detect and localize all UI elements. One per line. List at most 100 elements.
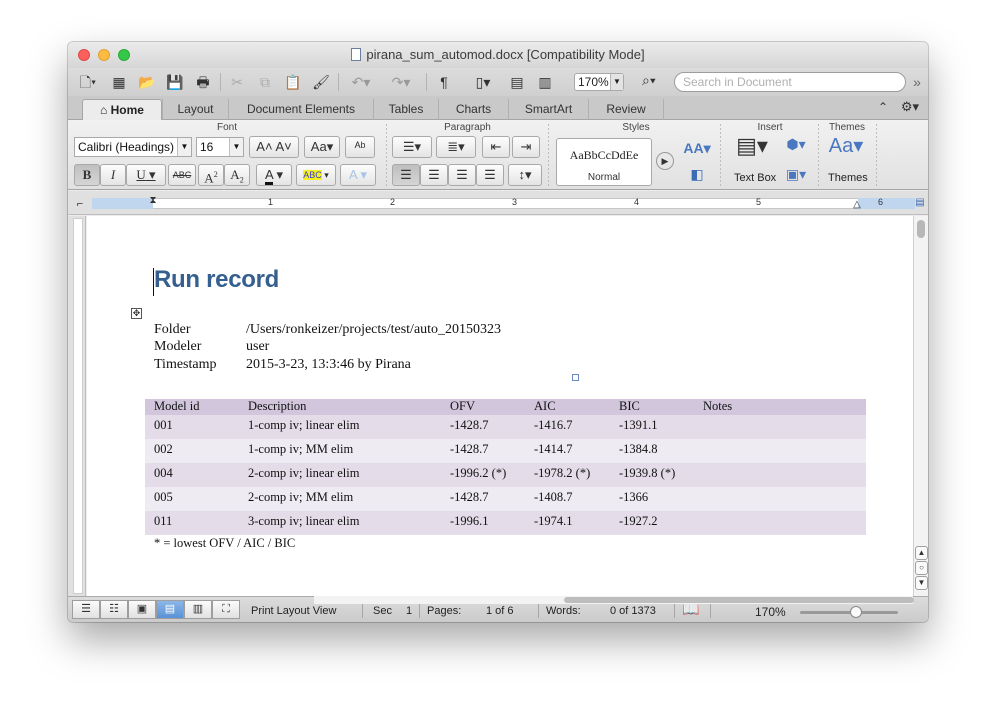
table-resize-handle[interactable]: [572, 374, 579, 381]
table-cell: -1428.7: [450, 490, 489, 504]
underline-button[interactable]: U ▾: [126, 164, 166, 186]
tab-review[interactable]: Review: [588, 99, 664, 120]
styles-gallery[interactable]: AaBbCcDdEe Normal: [556, 138, 652, 186]
picture-icon[interactable]: ▣▾: [778, 164, 814, 184]
open-icon[interactable]: 📂: [136, 72, 158, 92]
themes-icon[interactable]: Aa▾: [826, 136, 866, 166]
copy-icon[interactable]: ⧉: [254, 72, 276, 92]
right-indent-icon[interactable]: △: [851, 195, 863, 215]
clear-formatting-icon[interactable]: ᴬᵇ: [345, 136, 375, 158]
tab-home[interactable]: ⌂ Home: [82, 99, 162, 120]
browse-object-icon[interactable]: ○: [915, 561, 928, 575]
notebook-view-button[interactable]: ▥: [184, 600, 212, 619]
view-sidebar-icon[interactable]: ▯▾: [466, 72, 500, 92]
change-case-button[interactable]: Aa▾: [304, 136, 340, 158]
gallery-icon[interactable]: ▤: [506, 72, 528, 92]
line-spacing-button[interactable]: ↕▾: [508, 164, 542, 186]
grow-font-button[interactable]: A: [256, 139, 265, 154]
themes-label[interactable]: Themes: [828, 172, 868, 184]
zoom-select[interactable]: 170% ▼: [574, 73, 624, 91]
vertical-ruler[interactable]: [68, 216, 86, 596]
highlight-button[interactable]: ABC ▾: [296, 164, 336, 186]
vertical-scrollbar[interactable]: ▲ ○ ▼: [913, 216, 928, 596]
superscript-button[interactable]: A2: [198, 164, 224, 186]
zoom-slider[interactable]: [800, 611, 898, 614]
save-icon[interactable]: 💾: [164, 72, 186, 92]
collapse-ribbon-icon[interactable]: ⌃: [874, 97, 892, 117]
group-themes-title: Themes: [828, 122, 866, 133]
print-layout-view-button[interactable]: ▤: [156, 600, 184, 619]
gear-icon[interactable]: ⚙▾: [896, 97, 924, 117]
decrease-indent-icon[interactable]: ⇤: [482, 136, 510, 158]
table-row: 005 2-comp iv; MM elim -1428.7 -1408.7 -…: [145, 487, 866, 511]
text-effects-button[interactable]: A ▾: [340, 164, 376, 186]
chevron-down-icon: ▼: [177, 138, 191, 156]
numbering-button[interactable]: ≣▾: [436, 136, 476, 158]
ruler-toggle-icon[interactable]: ▤: [914, 193, 926, 213]
tab-selector-icon[interactable]: ⌐: [72, 194, 88, 214]
text-box-label[interactable]: Text Box: [734, 172, 776, 184]
zoom-slider-knob[interactable]: [850, 606, 862, 618]
horizontal-scroll-thumb[interactable]: [564, 597, 914, 603]
toolbar-overflow-button[interactable]: »: [910, 72, 924, 92]
undo-icon[interactable]: ↶▾: [344, 72, 378, 92]
horizontal-scrollbar[interactable]: [314, 596, 914, 604]
subscript-button[interactable]: A2: [224, 164, 250, 186]
chevron-down-icon: ▼: [229, 138, 243, 156]
media-browser-icon[interactable]: ▥: [534, 72, 556, 92]
full-screen-view-button[interactable]: ⛶: [212, 600, 240, 619]
shapes-icon[interactable]: ⬢▾: [778, 134, 814, 154]
status-divider: [538, 603, 539, 618]
text-box-icon[interactable]: ▤▾: [732, 135, 772, 166]
publishing-view-button[interactable]: ▣: [128, 600, 156, 619]
paste-icon[interactable]: 📋: [282, 72, 304, 92]
toolbar-divider: [220, 73, 221, 91]
bullets-button[interactable]: ☰▾: [392, 136, 432, 158]
document-heading[interactable]: Run record: [154, 266, 279, 294]
tab-charts[interactable]: Charts: [438, 99, 508, 120]
grow-shrink-font-buttons[interactable]: A˄ A˅: [249, 136, 299, 158]
tab-tables[interactable]: Tables: [373, 99, 438, 120]
new-document-icon[interactable]: 🗋▾: [74, 72, 102, 92]
draft-view-button[interactable]: ☰: [72, 600, 100, 619]
strikethrough-button[interactable]: ABC: [168, 164, 196, 186]
show-paragraph-marks-button[interactable]: ¶: [434, 72, 454, 92]
previous-page-icon[interactable]: ▲: [915, 546, 928, 560]
tab-layout[interactable]: Layout: [162, 99, 228, 120]
font-size-select[interactable]: 16 ▼: [196, 137, 244, 157]
search-icon[interactable]: ⌕▾: [642, 72, 656, 89]
tab-document-elements[interactable]: Document Elements: [228, 99, 373, 120]
styles-next-icon[interactable]: ▶: [656, 152, 674, 170]
search-input[interactable]: Search in Document: [674, 72, 906, 92]
increase-indent-icon[interactable]: ⇥: [512, 136, 540, 158]
indent-marker-icon[interactable]: ⧗: [147, 191, 159, 211]
document-icon: [351, 48, 362, 61]
info-value-modeler: user: [246, 339, 270, 354]
run-record-table[interactable]: Model id Description OFV AIC BIC Notes 0…: [145, 399, 866, 535]
font-name-select[interactable]: Calibri (Headings) ▼: [74, 137, 192, 157]
redo-icon[interactable]: ↷▾: [384, 72, 418, 92]
vertical-scroll-thumb[interactable]: [917, 220, 925, 238]
align-right-button[interactable]: ☰: [448, 164, 476, 186]
section-label: Sec: [373, 605, 392, 617]
format-painter-icon[interactable]: 🖌: [310, 72, 332, 92]
outline-view-button[interactable]: ☷: [100, 600, 128, 619]
table-move-handle-icon[interactable]: ✥: [131, 308, 142, 319]
shrink-font-button[interactable]: A: [275, 139, 284, 154]
align-left-button[interactable]: ☰: [392, 164, 420, 186]
font-color-button[interactable]: A ▾: [256, 164, 292, 186]
cut-icon[interactable]: ✂: [226, 72, 248, 92]
horizontal-ruler[interactable]: ⌐ ⧗ △ 1 2 3 4 5 6 ▤: [68, 191, 928, 215]
tab-smartart[interactable]: SmartArt: [508, 99, 588, 120]
manage-styles-icon[interactable]: AA▾: [682, 138, 712, 158]
italic-button[interactable]: I: [100, 164, 126, 186]
bold-button[interactable]: B: [74, 164, 100, 186]
styles-pane-icon[interactable]: ◧: [686, 164, 708, 184]
align-center-button[interactable]: ☰: [420, 164, 448, 186]
print-icon[interactable]: 🖶: [192, 72, 214, 92]
ribbon-tab-bar: ⌂ Home Layout Document Elements Tables C…: [68, 96, 928, 120]
table-cell: -1391.1: [619, 418, 658, 432]
justify-button[interactable]: ☰: [476, 164, 504, 186]
templates-icon[interactable]: ▦: [108, 72, 130, 92]
next-page-icon[interactable]: ▼: [915, 576, 928, 590]
